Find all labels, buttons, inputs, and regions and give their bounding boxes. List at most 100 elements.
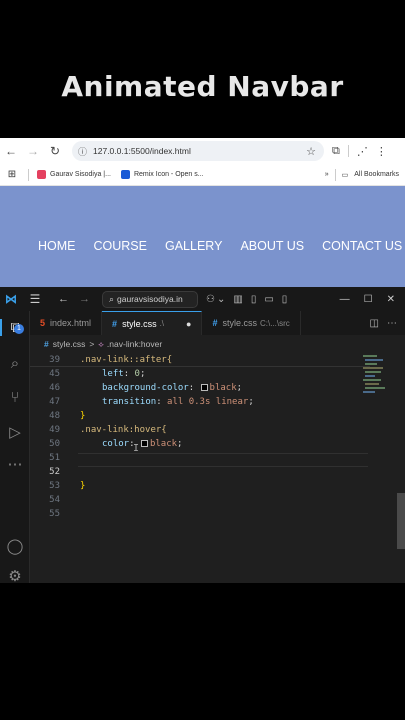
site-info-icon[interactable]: ⓘ <box>78 145 87 158</box>
code-line: 50 color: black; <box>30 437 370 451</box>
html-icon: 5 <box>40 318 46 328</box>
profile-icon[interactable]: ⋰ <box>357 145 368 158</box>
search-icon: ⌕ <box>109 293 115 304</box>
bookmarks-divider <box>28 168 29 181</box>
toggle-sidebar-icon[interactable]: ▯ <box>251 294 257 305</box>
overlay-title: Animated Navbar <box>61 70 344 103</box>
nav-link-course[interactable]: COURSE <box>94 239 147 253</box>
bookmarks-divider <box>334 168 336 181</box>
code-line: 54 <box>30 493 370 507</box>
color-swatch[interactable] <box>200 384 208 391</box>
code-line: 45 left: 0; <box>30 367 370 381</box>
chevron-down-icon[interactable]: ⌄ <box>217 294 225 305</box>
color-swatch[interactable] <box>140 440 148 447</box>
more-bookmarks-chevron[interactable]: » <box>325 171 329 178</box>
tab-path-suffix: C:\...\src <box>260 318 290 328</box>
back-arrow-icon[interactable]: ← <box>0 144 22 158</box>
more-icon[interactable]: ⋯ <box>0 455 30 473</box>
symbol-icon: ⟡ <box>98 338 104 349</box>
tab-style-css-src[interactable]: # style.css C:\...\src <box>202 311 301 335</box>
source-control-icon[interactable]: ⑂ <box>0 389 30 406</box>
account-icon[interactable]: ◯ <box>0 537 30 555</box>
tab-style-css-active[interactable]: # style.css .\ ● <box>102 311 203 335</box>
code-text: } <box>80 481 86 491</box>
bookmark-remix-icon[interactable]: Remix Icon - Open s... <box>120 170 204 179</box>
line-number: 52 <box>49 467 60 477</box>
nav-forward-icon[interactable]: → <box>79 293 90 305</box>
breadcrumb-separator: > <box>89 339 95 349</box>
vscode-window: ⋈ ☰ ← → ⌕ gauravsisodiya.in ⚇ ⌄ ▥ ▯ ▭ ▯ … <box>0 287 405 585</box>
more-actions-icon[interactable]: ⋯ <box>387 318 397 329</box>
line-number: 47 <box>49 397 60 407</box>
nav-link-about[interactable]: ABOUT US <box>240 239 304 253</box>
code-text: } <box>80 411 86 421</box>
vertical-scrollbar[interactable] <box>397 493 405 549</box>
css-property: background-color <box>102 383 189 393</box>
css-icon: # <box>112 318 118 329</box>
css-icon: # <box>212 318 218 328</box>
all-bookmarks-label[interactable]: All Bookmarks <box>354 171 399 178</box>
address-url: 127.0.0.1:5500/index.html <box>93 146 191 156</box>
tab-path-suffix: .\ <box>159 319 165 328</box>
breadcrumb-symbol[interactable]: .nav-link:hover <box>107 339 162 349</box>
activity-bar: ⧉ 1 ⌕ ⑂ ▷ ⋯ ◯ ⚙ <box>0 311 30 585</box>
code-text: .nav-link:hover{ <box>80 425 167 435</box>
breadcrumb-file[interactable]: style.css <box>53 339 86 349</box>
tab-index-html[interactable]: 5 index.html <box>30 311 103 335</box>
line-number: 49 <box>49 425 60 435</box>
toggle-panel-icon[interactable]: ▭ <box>264 294 273 305</box>
run-debug-icon[interactable]: ▷ <box>0 423 30 441</box>
mouse-ibeam-cursor: I <box>133 443 140 454</box>
line-number: 50 <box>49 439 60 449</box>
css-value: black <box>209 383 237 393</box>
maximize-icon[interactable]: ☐ <box>364 294 373 305</box>
layout-icon[interactable]: ▥ <box>233 294 242 305</box>
settings-gear-icon[interactable]: ⚙ <box>0 567 30 585</box>
nav-back-icon[interactable]: ← <box>58 293 69 305</box>
line-number: 54 <box>49 495 60 505</box>
forward-arrow-icon[interactable]: → <box>22 144 44 158</box>
bookmark-label: Remix Icon - Open s... <box>133 171 204 178</box>
code-text: .nav-link::after{ <box>80 354 173 365</box>
vscode-titlebar: ⋈ ☰ ← → ⌕ gauravsisodiya.in ⚇ ⌄ ▥ ▯ ▭ ▯ … <box>0 287 405 311</box>
minimap[interactable] <box>363 353 389 413</box>
close-icon[interactable]: ✕ <box>387 294 395 305</box>
apps-grid-icon[interactable]: ⊞ <box>0 169 24 180</box>
tab-label: style.css <box>222 318 257 328</box>
bookmark-star-icon[interactable]: ☆ <box>306 145 316 158</box>
nav-link-gallery[interactable]: GALLERY <box>165 239 222 253</box>
split-editor-icon[interactable]: ◫ <box>370 318 379 329</box>
toggle-secondary-sidebar-icon[interactable]: ▯ <box>282 294 288 305</box>
hamburger-menu-icon[interactable]: ☰ <box>22 292 48 306</box>
site-navbar: HOME COURSE GALLERY ABOUT US CONTACT US <box>38 239 402 253</box>
bookmark-label: Gaurav Sisodiya |... <box>50 171 111 178</box>
reload-icon[interactable]: ↻ <box>44 144 66 158</box>
nav-link-contact[interactable]: CONTACT US <box>322 239 402 253</box>
minimize-icon[interactable]: — <box>340 294 350 305</box>
code-editor[interactable]: 39 .nav-link::after{ 45 left: 0; 46 back… <box>30 353 405 583</box>
menu-kebab-icon[interactable]: ⋮ <box>376 145 387 158</box>
line-number: 53 <box>49 481 60 491</box>
unsaved-dot-icon[interactable]: ● <box>186 319 191 329</box>
css-value: black <box>149 439 178 449</box>
browser-window: ← → ↻ ⓘ 127.0.0.1:5500/index.html ☆ ⧉ ⋰ … <box>0 138 405 287</box>
bookmark-instagram[interactable]: Gaurav Sisodiya |... <box>37 170 111 179</box>
code-line: 46 background-color: black; <box>30 381 370 395</box>
line-number: 48 <box>49 411 60 421</box>
code-line: 52 <box>30 465 370 479</box>
code-line: 51 <box>30 451 370 465</box>
editor-tabs: 5 index.html # style.css .\ ● # style.cs… <box>30 311 405 335</box>
extensions-icon[interactable]: ⧉ <box>332 145 340 158</box>
address-bar[interactable]: ⓘ 127.0.0.1:5500/index.html ☆ <box>72 141 324 161</box>
bookmarks-bar: ⊞ Gaurav Sisodiya |... Remix Icon - Open… <box>0 164 405 186</box>
code-line: 49 .nav-link:hover{ <box>30 423 370 437</box>
search-view-icon[interactable]: ⌕ <box>0 355 30 372</box>
css-property: transition <box>102 397 157 407</box>
css-file-icon: # <box>44 339 49 349</box>
nav-link-home[interactable]: HOME <box>38 239 76 253</box>
copilot-icon[interactable]: ⚇ <box>206 294 215 305</box>
command-center-search[interactable]: ⌕ gauravsisodiya.in <box>102 290 198 308</box>
line-number: 46 <box>49 383 60 393</box>
css-property: color <box>102 439 130 449</box>
instagram-icon <box>37 170 46 179</box>
